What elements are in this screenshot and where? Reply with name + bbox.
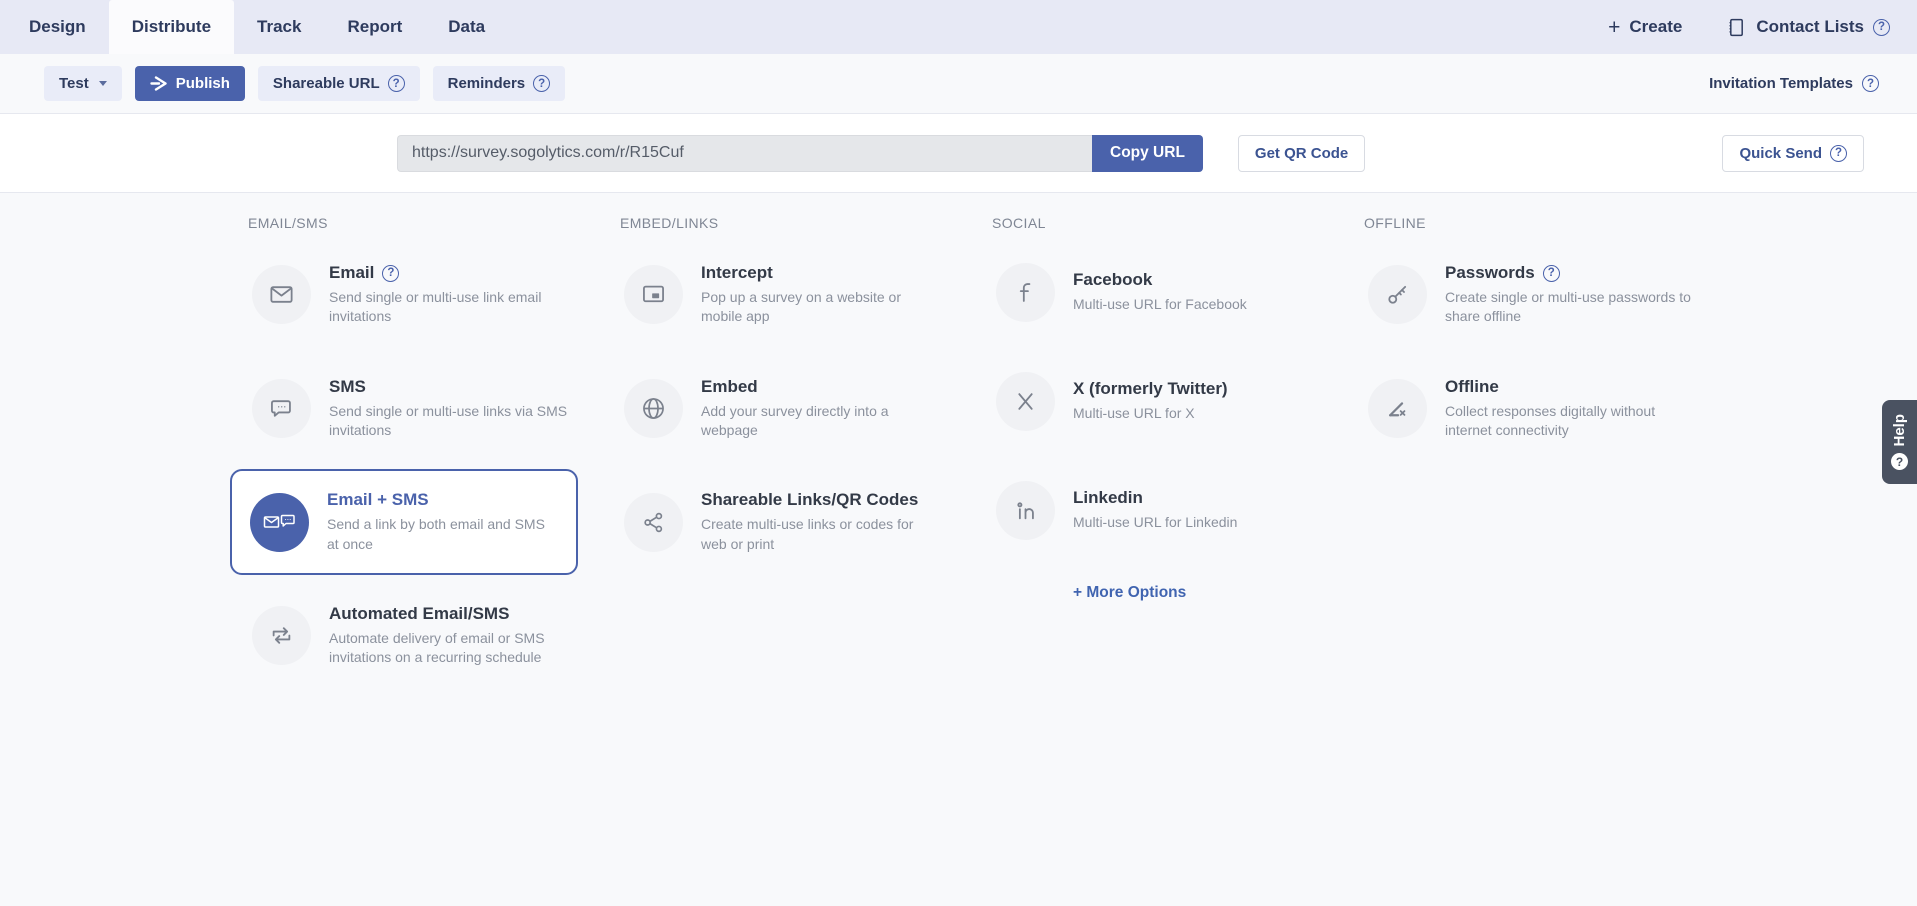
column-embed-links: EMBED/LINKS Intercept Pop up a survey on… <box>602 215 974 718</box>
top-nav-bar: Design Distribute Track Report Data + Cr… <box>0 0 1917 54</box>
item-desc: Collect responses digitally without inte… <box>1445 402 1697 441</box>
column-email-sms: EMAIL/SMS Email ? Send single or multi-u… <box>230 215 602 718</box>
offline-icon <box>1368 379 1427 438</box>
dist-item-x-twitter[interactable]: X (formerly Twitter) Multi-use URL for X <box>996 372 1346 431</box>
shareable-url-label: Shareable URL <box>273 75 380 92</box>
invitation-templates-label: Invitation Templates <box>1709 75 1853 92</box>
item-desc: Create single or multi-use passwords to … <box>1445 288 1697 327</box>
email-sms-icon <box>250 493 309 552</box>
dist-item-automated-email-sms[interactable]: Automated Email/SMS Automate delivery of… <box>252 604 602 668</box>
item-desc: Multi-use URL for X <box>1073 404 1313 423</box>
item-desc: Multi-use URL for Facebook <box>1073 295 1313 314</box>
contact-lists-button[interactable]: Contact Lists ? <box>1726 17 1890 38</box>
column-header-offline: OFFLINE <box>1364 215 1718 231</box>
address-book-icon <box>1726 17 1747 38</box>
chevron-down-icon <box>99 81 107 86</box>
item-title: Shareable Links/QR Codes <box>701 490 918 510</box>
item-title: Offline <box>1445 377 1499 397</box>
column-offline: OFFLINE Passwords ? Create single or mul… <box>1346 215 1718 718</box>
reminders-button[interactable]: Reminders ? <box>433 66 566 101</box>
item-title: Linkedin <box>1073 488 1143 508</box>
distribution-options: EMAIL/SMS Email ? Send single or multi-u… <box>0 193 1917 718</box>
item-desc: Add your survey directly into a webpage <box>701 402 941 441</box>
plus-icon: + <box>1608 17 1620 38</box>
email-help-icon[interactable]: ? <box>382 265 399 282</box>
dist-item-sms[interactable]: SMS Send single or multi-use links via S… <box>252 377 602 441</box>
survey-url-input[interactable] <box>397 135 1092 172</box>
share-icon <box>624 493 683 552</box>
quick-send-label: Quick Send <box>1739 145 1822 162</box>
item-title: Facebook <box>1073 270 1152 290</box>
shareable-url-button[interactable]: Shareable URL ? <box>258 66 420 101</box>
column-header-email-sms: EMAIL/SMS <box>248 215 602 231</box>
item-title: Automated Email/SMS <box>329 604 509 624</box>
get-qr-code-button[interactable]: Get QR Code <box>1238 135 1365 172</box>
tab-report[interactable]: Report <box>324 0 425 54</box>
item-desc: Send single or multi-use link email invi… <box>329 288 569 327</box>
column-header-embed-links: EMBED/LINKS <box>620 215 974 231</box>
item-title: SMS <box>329 377 366 397</box>
tab-distribute[interactable]: Distribute <box>109 0 234 54</box>
copy-url-button[interactable]: Copy URL <box>1092 135 1203 172</box>
item-desc: Pop up a survey on a website or mobile a… <box>701 288 941 327</box>
dist-item-facebook[interactable]: Facebook Multi-use URL for Facebook <box>996 263 1346 322</box>
recurring-icon <box>252 606 311 665</box>
item-desc: Send a link by both email and SMS at onc… <box>327 515 558 554</box>
globe-icon <box>624 379 683 438</box>
email-icon <box>252 265 311 324</box>
tab-data[interactable]: Data <box>425 0 508 54</box>
survey-status-dropdown[interactable]: Test <box>44 66 122 101</box>
item-title: Intercept <box>701 263 773 283</box>
item-title: Passwords <box>1445 263 1535 283</box>
create-label: Create <box>1629 17 1682 37</box>
tab-track[interactable]: Track <box>234 0 324 54</box>
facebook-icon <box>996 263 1055 322</box>
tab-design[interactable]: Design <box>6 0 109 54</box>
column-header-social: SOCIAL <box>992 215 1346 231</box>
publish-arrow-icon <box>150 76 168 91</box>
key-icon <box>1368 265 1427 324</box>
dist-item-offline[interactable]: Offline Collect responses digitally with… <box>1368 377 1718 441</box>
quick-send-button[interactable]: Quick Send ? <box>1722 135 1864 172</box>
publish-button[interactable]: Publish <box>135 66 245 101</box>
item-title: Email <box>329 263 374 283</box>
create-button[interactable]: + Create <box>1608 17 1682 38</box>
more-options-link[interactable]: + More Options <box>1073 584 1346 602</box>
invitation-templates-help-icon[interactable]: ? <box>1862 75 1879 92</box>
intercept-popup-icon <box>624 265 683 324</box>
dist-item-shareable-links-qr[interactable]: Shareable Links/QR Codes Create multi-us… <box>624 490 974 554</box>
contact-lists-help-icon[interactable]: ? <box>1873 19 1890 36</box>
invitation-templates-link[interactable]: Invitation Templates ? <box>1709 75 1879 92</box>
help-tab-label: Help <box>1891 414 1908 447</box>
column-social: SOCIAL Facebook Multi-use URL for Facebo… <box>974 215 1346 718</box>
item-title: Embed <box>701 377 758 397</box>
contact-lists-label: Contact Lists <box>1756 17 1864 37</box>
reminders-label: Reminders <box>448 75 526 92</box>
item-desc: Multi-use URL for Linkedin <box>1073 513 1313 532</box>
dist-item-email[interactable]: Email ? Send single or multi-use link em… <box>252 263 602 327</box>
x-twitter-icon <box>996 372 1055 431</box>
survey-status-label: Test <box>59 75 89 92</box>
dist-item-linkedin[interactable]: Linkedin Multi-use URL for Linkedin <box>996 481 1346 540</box>
item-desc: Create multi-use links or codes for web … <box>701 515 941 554</box>
quick-send-help-icon[interactable]: ? <box>1830 145 1847 162</box>
survey-url-section: Copy URL Get QR Code Quick Send ? <box>0 113 1917 193</box>
linkedin-icon <box>996 481 1055 540</box>
help-tab[interactable]: Help ? <box>1882 400 1917 484</box>
dist-item-intercept[interactable]: Intercept Pop up a survey on a website o… <box>624 263 974 327</box>
dist-item-embed[interactable]: Embed Add your survey directly into a we… <box>624 377 974 441</box>
publish-label: Publish <box>176 75 230 92</box>
dist-item-passwords[interactable]: Passwords ? Create single or multi-use p… <box>1368 263 1718 327</box>
sms-icon <box>252 379 311 438</box>
shareable-url-help-icon[interactable]: ? <box>388 75 405 92</box>
item-desc: Send single or multi-use links via SMS i… <box>329 402 569 441</box>
help-question-icon: ? <box>1891 453 1908 470</box>
item-desc: Automate delivery of email or SMS invita… <box>329 629 569 668</box>
reminders-help-icon[interactable]: ? <box>533 75 550 92</box>
item-title: X (formerly Twitter) <box>1073 379 1228 399</box>
item-title: Email + SMS <box>327 490 429 510</box>
passwords-help-icon[interactable]: ? <box>1543 265 1560 282</box>
dist-item-email-sms-selected[interactable]: Email + SMS Send a link by both email an… <box>230 469 578 575</box>
distribute-toolbar: Test Publish Shareable URL ? Reminders ?… <box>0 54 1917 113</box>
